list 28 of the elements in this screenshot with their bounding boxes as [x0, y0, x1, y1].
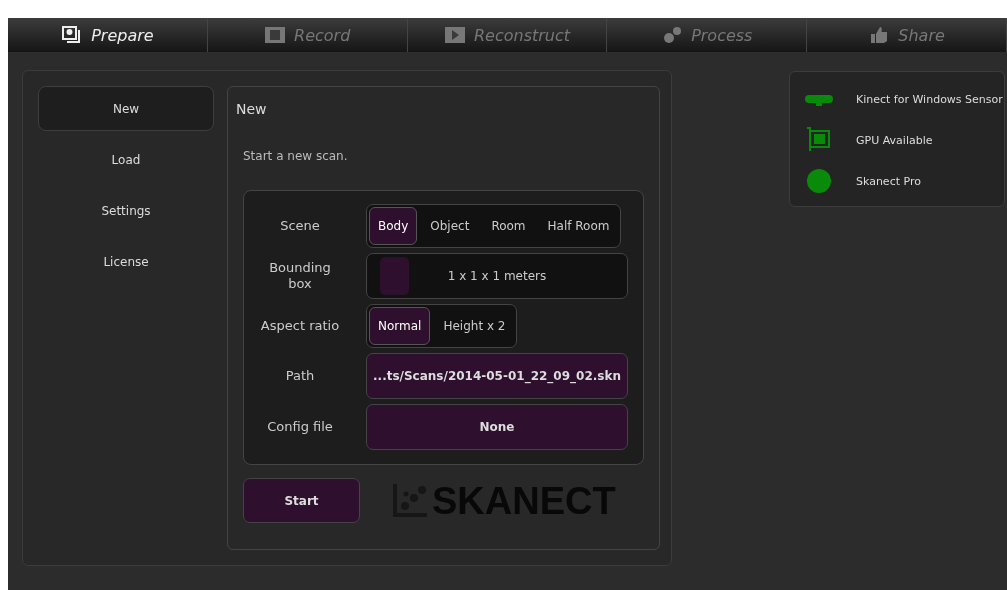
slider[interactable]: 1 x 1 x 1 meters: [366, 253, 628, 299]
sidebar-item[interactable]: Settings: [38, 188, 214, 233]
film-icon: [264, 25, 287, 45]
option-button[interactable]: Body: [369, 207, 418, 245]
field-label: Config file: [266, 419, 334, 435]
field-label: Bounding box: [268, 260, 332, 292]
status-label: Skanect Pro: [856, 174, 921, 188]
file-button[interactable]: ...ts/Scans/2014-05-01_22_09_02.skn: [366, 353, 628, 399]
option-button[interactable]: Half Room: [538, 207, 619, 245]
field-label: Path: [284, 368, 316, 384]
panel-title: New: [236, 101, 268, 117]
slider-value: 1 x 1 x 1 meters: [447, 269, 547, 283]
option-button[interactable]: Object: [421, 207, 479, 245]
slider-thumb[interactable]: [380, 257, 409, 295]
description: Start a new scan.: [243, 149, 349, 163]
option-button[interactable]: Room: [482, 207, 535, 245]
status-label: GPU Available: [856, 133, 933, 147]
sidebar-item[interactable]: License: [38, 239, 214, 284]
field-label: Aspect ratio: [259, 318, 341, 334]
option-button[interactable]: Normal: [369, 307, 431, 345]
field-label: Scene: [279, 218, 321, 234]
option-button[interactable]: Height x 2: [434, 307, 515, 345]
status-label: Kinect for Windows Sensor: [856, 92, 1003, 106]
play-icon: [443, 25, 466, 45]
sidebar-item[interactable]: New: [38, 86, 214, 131]
file-button[interactable]: None: [366, 404, 628, 450]
sidebar-item[interactable]: Load: [38, 137, 214, 182]
start-button[interactable]: Start: [243, 478, 360, 523]
